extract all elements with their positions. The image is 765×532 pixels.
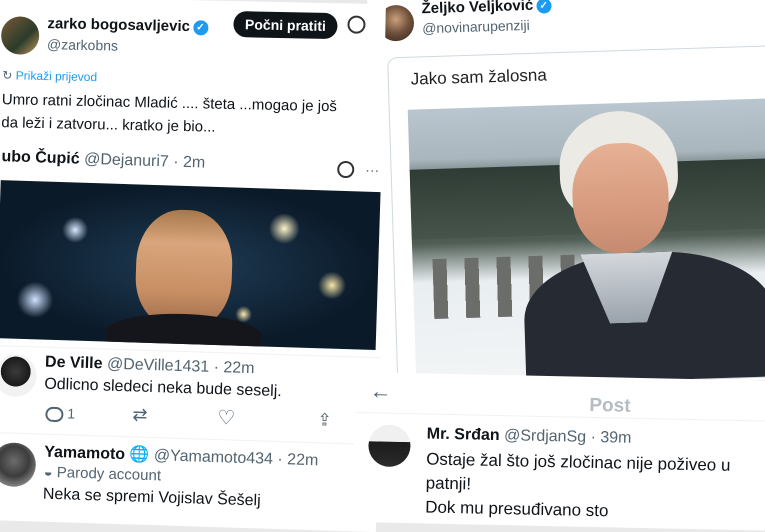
post-text-line-2: patnji! bbox=[425, 473, 472, 494]
user-name-row: Mr. Srđan @SrdjanSg · 39m bbox=[427, 425, 632, 447]
reply-action[interactable]: 1 bbox=[45, 405, 75, 423]
share-icon[interactable]: ⇪ bbox=[317, 410, 332, 430]
avatar[interactable] bbox=[0, 442, 37, 488]
reply-text: Odlicno sledeci neka bude seselj. bbox=[44, 375, 282, 401]
quote-text: Jako sam žalosna bbox=[410, 65, 548, 89]
user-name[interactable]: Yamamoto bbox=[44, 444, 125, 464]
reply-icon bbox=[45, 406, 64, 423]
tweet-card-zarko: zarko bogosavljevic ✓ @zarkobns Počni pra… bbox=[0, 0, 386, 163]
woman-face bbox=[570, 141, 671, 255]
quote-image bbox=[407, 97, 765, 390]
tweet-card-ljubo: ubo Čupić @Dejanuri7 · 2m ··· De Ville @… bbox=[0, 140, 388, 532]
reply-count: 1 bbox=[67, 405, 76, 422]
user-name[interactable]: De Ville bbox=[45, 354, 103, 373]
avatar[interactable] bbox=[0, 354, 38, 398]
timestamp[interactable]: · 2m bbox=[173, 154, 206, 172]
post-card-srdjan: ← Post Mr. Srđan @SrdjanSg · 39m Ostaje … bbox=[352, 372, 765, 531]
translate-label: Prikaži prijevod bbox=[15, 68, 98, 85]
tweet-text-line-1: Umro ratni zločinac Mladić .... šteta ..… bbox=[1, 91, 338, 116]
post-header-title: Post bbox=[589, 394, 631, 417]
translate-icon: ↻ bbox=[2, 68, 13, 83]
user-handle[interactable]: @zarkobns bbox=[47, 36, 118, 53]
user-name[interactable]: zarko bogosavljevic bbox=[47, 15, 190, 35]
globe-icon: 🌐 bbox=[129, 446, 150, 464]
parody-label: Parody account bbox=[56, 464, 162, 485]
back-arrow-icon[interactable]: ← bbox=[369, 378, 392, 404]
tweet-image[interactable] bbox=[0, 180, 381, 351]
divider bbox=[355, 411, 765, 422]
timestamp[interactable]: · 22m bbox=[277, 451, 318, 469]
user-name-row: Željko Veljković ✓ bbox=[421, 0, 552, 17]
quoted-post[interactable]: Jako sam žalosna bbox=[387, 44, 765, 390]
verified-badge-icon: ✓ bbox=[192, 19, 209, 36]
user-name[interactable]: Mr. Srđan bbox=[427, 425, 500, 444]
user-name-row: zarko bogosavljevic ✓ bbox=[47, 15, 209, 36]
tweet-text-line-2: da leži i zatvoru... kratko je bio... bbox=[1, 114, 216, 136]
tweet-card-zeljko: Željko Veljković ✓ @novinarupenziji Jako … bbox=[367, 0, 765, 392]
parody-row: ◒ Parody account bbox=[43, 464, 161, 485]
user-name-row: De Ville @DeVille1431 · 22m bbox=[45, 354, 255, 379]
like-icon[interactable]: ♡ bbox=[217, 405, 236, 431]
avatar[interactable] bbox=[0, 16, 40, 55]
retweet-icon[interactable]: ⇄ bbox=[132, 404, 148, 425]
user-name-row: ubo Čupić @Dejanuri7 · 2m bbox=[1, 148, 205, 172]
translate-row[interactable]: ↻ Prikaži prijevod bbox=[2, 68, 97, 84]
verified-badge-icon: ✓ bbox=[536, 0, 552, 14]
avatar[interactable] bbox=[368, 424, 411, 468]
timestamp[interactable]: · 22m bbox=[213, 359, 254, 377]
reply-text: Neka se spremi Vojislav Šešelj bbox=[42, 485, 261, 510]
person-suit bbox=[105, 311, 263, 351]
more-icon[interactable]: ··· bbox=[365, 162, 379, 178]
post-text-line-1: Ostaje žal što još zločinac nije poživeo… bbox=[425, 449, 731, 475]
user-handle[interactable]: @SrdjanSg bbox=[504, 427, 586, 446]
follow-button[interactable]: Počni pratiti bbox=[233, 11, 338, 40]
user-name[interactable]: Željko Veljković bbox=[421, 0, 533, 17]
user-name[interactable]: ubo Čupić bbox=[1, 148, 80, 167]
user-handle[interactable]: @Dejanuri7 bbox=[84, 151, 169, 171]
timestamp[interactable]: · 39m bbox=[590, 429, 631, 447]
grok-icon[interactable] bbox=[336, 160, 355, 179]
user-handle[interactable]: @novinarupenziji bbox=[422, 17, 530, 36]
user-handle[interactable]: @Yamamoto434 bbox=[154, 447, 274, 468]
person-face bbox=[134, 208, 234, 330]
post-text-line-3: Dok mu presuđivano sto bbox=[424, 497, 609, 521]
user-handle[interactable]: @DeVille1431 bbox=[107, 356, 210, 376]
parody-mask-icon: ◒ bbox=[43, 463, 53, 481]
grok-icon[interactable] bbox=[347, 15, 366, 34]
